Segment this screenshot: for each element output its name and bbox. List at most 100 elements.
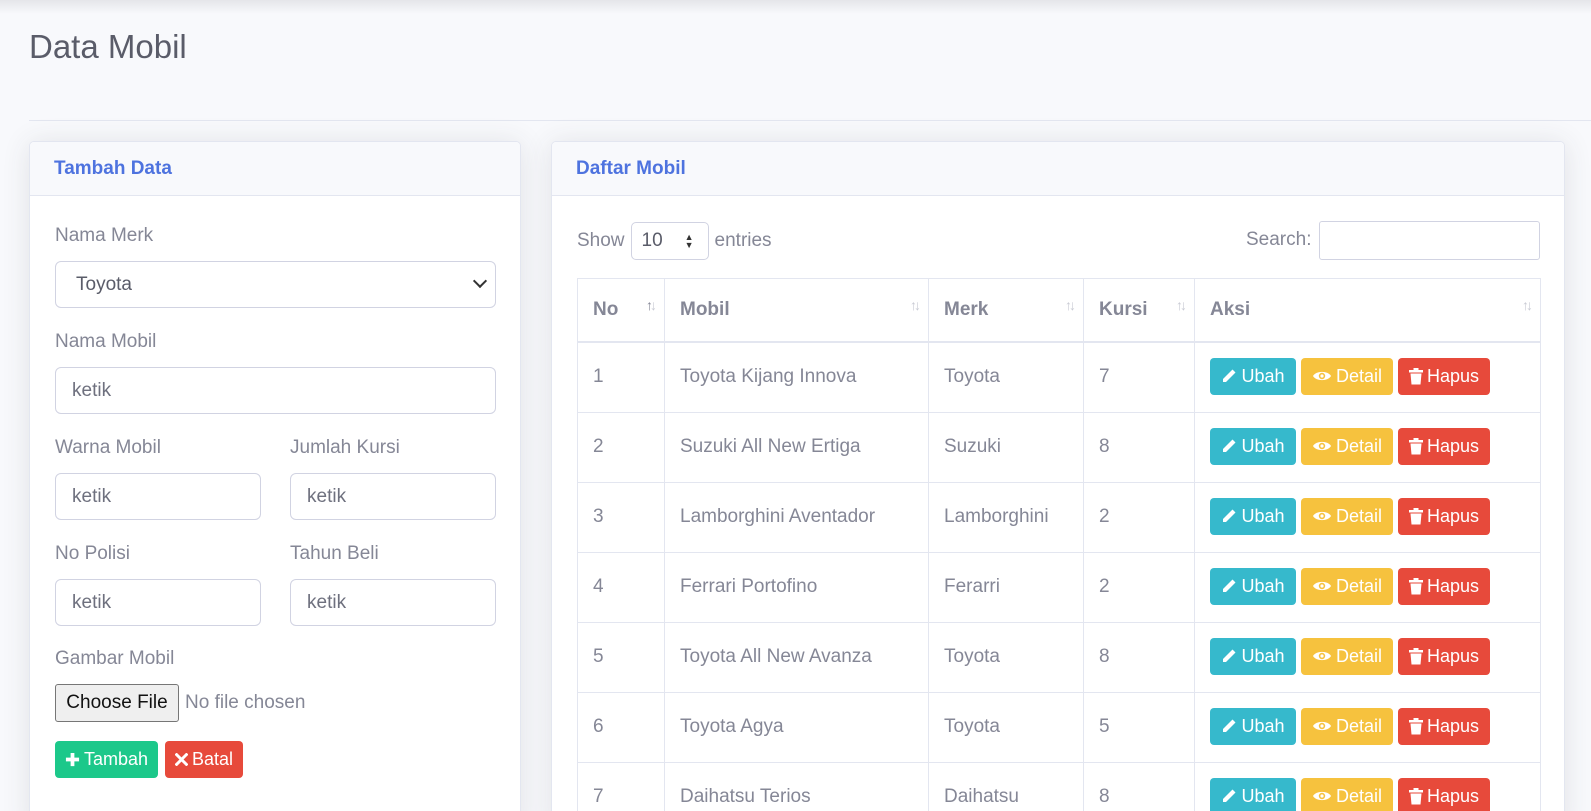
hapus-button[interactable]: Hapus [1398, 497, 1490, 535]
add-data-card: Tambah Data Nama Merk Toyota Nama Mobil … [29, 141, 521, 811]
cell-kursi: 8 [1083, 411, 1195, 483]
cell-merk: Suzuki [928, 411, 1084, 483]
hapus-button[interactable]: Hapus [1398, 637, 1490, 675]
ubah-button[interactable]: Ubah [1210, 567, 1296, 605]
col-header-label: Mobil [680, 298, 730, 320]
times-icon [174, 753, 188, 766]
trash-icon [1408, 647, 1423, 665]
cell-kursi: 8 [1083, 761, 1195, 811]
hapus-button-label: Hapus [1426, 785, 1480, 806]
col-header-aksi[interactable]: Aksi ↑↓ [1194, 278, 1541, 343]
cell-kursi: 5 [1083, 691, 1195, 763]
ubah-button[interactable]: Ubah [1210, 777, 1296, 811]
card-header-title: Daftar Mobil [552, 142, 1564, 196]
col-header-label: No [593, 298, 619, 320]
cell-merk: Toyota [928, 621, 1084, 693]
detail-button-label: Detail [1335, 435, 1383, 456]
detail-button[interactable]: Detail [1301, 637, 1393, 675]
ubah-button[interactable]: Ubah [1210, 707, 1296, 745]
search-label: Search: [1246, 229, 1312, 250]
warna-label: Warna Mobil [55, 437, 161, 458]
col-header-label: Kursi [1099, 298, 1148, 320]
hapus-button-label: Hapus [1426, 715, 1480, 736]
detail-button[interactable]: Detail [1301, 707, 1393, 745]
cell-kursi: 2 [1083, 481, 1195, 553]
file-status: No file chosen [185, 692, 306, 713]
trash-icon [1408, 787, 1423, 805]
detail-button[interactable]: Detail [1301, 357, 1393, 395]
entries-select[interactable]: 10 ▲ ▼ [630, 222, 709, 260]
detail-button[interactable]: Detail [1301, 427, 1393, 465]
hapus-button-label: Hapus [1426, 435, 1480, 456]
tambah-button-label: Tambah [83, 749, 149, 769]
detail-button[interactable]: Detail [1301, 567, 1393, 605]
choose-file-button[interactable]: Choose File [55, 684, 179, 722]
ubah-button-label: Ubah [1241, 575, 1285, 596]
ubah-button-label: Ubah [1241, 435, 1285, 456]
cell-actions: Ubah Detail Hapus [1194, 341, 1541, 413]
hapus-button-label: Hapus [1426, 365, 1480, 386]
pencil-icon [1221, 648, 1237, 664]
cell-merk: Toyota [928, 691, 1084, 763]
cell-kursi: 2 [1083, 551, 1195, 623]
chevron-down-icon [472, 273, 488, 289]
detail-button[interactable]: Detail [1301, 777, 1393, 811]
mobil-input-value: ketik [72, 379, 112, 401]
detail-button-label: Detail [1335, 365, 1383, 386]
eye-icon [1312, 369, 1332, 383]
cell-mobil: Suzuki All New Ertiga [664, 411, 929, 483]
plus-icon [65, 752, 80, 767]
kursi-label: Jumlah Kursi [290, 437, 400, 458]
cell-mobil: Ferrari Portofino [664, 551, 929, 623]
table-row: 2 Suzuki All New Ertiga Suzuki 8 Ubah De… [577, 411, 1541, 483]
trash-icon [1408, 577, 1423, 595]
table-row: 7 Daihatsu Terios Daihatsu 8 Ubah Detail [577, 761, 1541, 811]
hapus-button[interactable]: Hapus [1398, 427, 1490, 465]
ubah-button[interactable]: Ubah [1210, 427, 1296, 465]
table-row: 4 Ferrari Portofino Ferarri 2 Ubah Detai… [577, 551, 1541, 623]
mobil-input[interactable]: ketik [55, 367, 496, 414]
eye-icon [1312, 719, 1332, 733]
divider [29, 120, 1591, 121]
hapus-button[interactable]: Hapus [1398, 567, 1490, 605]
hapus-button[interactable]: Hapus [1398, 707, 1490, 745]
warna-input[interactable]: ketik [55, 473, 261, 520]
card-header-title: Tambah Data [30, 142, 520, 196]
polisi-label: No Polisi [55, 543, 130, 564]
merk-label: Nama Merk [55, 225, 154, 246]
col-header-kursi[interactable]: Kursi ↑↓ [1083, 278, 1195, 343]
cell-no: 3 [577, 481, 665, 553]
merk-select[interactable]: Toyota [55, 261, 496, 308]
eye-icon [1312, 789, 1332, 803]
polisi-input[interactable]: ketik [55, 579, 261, 626]
tambah-button[interactable]: Tambah [55, 741, 158, 778]
polisi-input-value: ketik [72, 591, 112, 613]
batal-button[interactable]: Batal [165, 741, 243, 778]
col-header-mobil[interactable]: Mobil ↑↓ [664, 278, 929, 343]
warna-input-value: ketik [72, 485, 112, 507]
cell-merk: Toyota [928, 341, 1084, 413]
table-row: 1 Toyota Kijang Innova Toyota 7 Ubah Det… [577, 341, 1541, 413]
tahun-input[interactable]: ketik [290, 579, 496, 626]
search-input[interactable] [1319, 221, 1540, 260]
hapus-button[interactable]: Hapus [1398, 357, 1490, 395]
kursi-input[interactable]: ketik [290, 473, 496, 520]
detail-button-label: Detail [1335, 505, 1383, 526]
col-header-merk[interactable]: Merk ↑↓ [928, 278, 1084, 343]
detail-button-label: Detail [1335, 575, 1383, 596]
col-header-no[interactable]: No ↑↓ [577, 278, 665, 343]
ubah-button[interactable]: Ubah [1210, 497, 1296, 535]
ubah-button[interactable]: Ubah [1210, 637, 1296, 675]
hapus-button[interactable]: Hapus [1398, 777, 1490, 811]
col-header-label: Aksi [1210, 298, 1251, 320]
detail-button[interactable]: Detail [1301, 497, 1393, 535]
pencil-icon [1221, 508, 1237, 524]
car-list-card: Daftar Mobil Show 10 ▲ ▼ entries Search: … [551, 141, 1565, 811]
entries-length-control: Show 10 ▲ ▼ entries [577, 222, 772, 260]
cell-no: 1 [577, 341, 665, 413]
cell-no: 2 [577, 411, 665, 483]
ubah-button[interactable]: Ubah [1210, 357, 1296, 395]
sort-icon: ↑↓ [910, 297, 921, 313]
table-row: 3 Lamborghini Aventador Lamborghini 2 Ub… [577, 481, 1541, 553]
sort-icon: ↑↓ [1176, 297, 1187, 313]
